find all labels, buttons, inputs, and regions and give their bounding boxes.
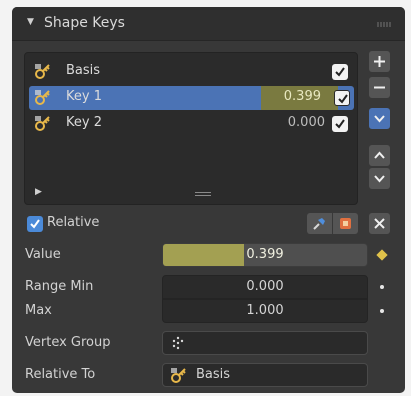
move-up-button[interactable]	[369, 145, 390, 166]
range-max-label: Max	[25, 303, 52, 318]
relative-to-field[interactable]: Basis	[162, 363, 368, 387]
mute-checkbox[interactable]	[332, 116, 348, 132]
relative-to-value: Basis	[196, 367, 231, 382]
relative-label: Relative	[47, 215, 100, 230]
shape-key-icon	[34, 115, 52, 133]
remove-shape-key-button[interactable]	[369, 77, 390, 98]
range-min-field[interactable]: 0.000	[162, 275, 368, 299]
mute-checkbox[interactable]	[332, 64, 348, 80]
value-slider-fill	[163, 244, 245, 266]
shape-key-icon	[170, 367, 188, 389]
shape-key-icon	[34, 89, 52, 107]
range-max-value: 1.000	[246, 303, 284, 318]
value-label: Value	[25, 247, 61, 262]
keyframe-diamond-icon[interactable]	[376, 249, 388, 261]
clear-shape-keys-button[interactable]	[369, 213, 390, 234]
animate-property-dot-icon[interactable]	[380, 285, 384, 289]
relative-to-label: Relative To	[25, 367, 96, 382]
shape-key-edit-mode-button[interactable]	[333, 213, 358, 234]
value-display: 0.399	[246, 247, 284, 262]
panel-header[interactable]: ▼ Shape Keys	[12, 7, 405, 41]
list-item-name: Basis	[66, 63, 101, 78]
relative-checkbox[interactable]	[27, 216, 43, 232]
drag-grip-icon[interactable]	[377, 22, 391, 27]
list-item-name: Key 2	[66, 115, 102, 130]
vertex-group-icon	[170, 335, 186, 355]
shape-key-list[interactable]: Basis Key 1 0.399 Key 2 0.000 ▶	[24, 52, 358, 205]
list-item-name: Key 1	[66, 89, 102, 104]
pin-shape-key-button[interactable]	[307, 213, 332, 234]
list-item-value: 0.399	[283, 89, 321, 104]
list-item-value: 0.000	[287, 115, 325, 130]
vertex-group-label: Vertex Group	[25, 335, 111, 350]
range-max-field[interactable]: 1.000	[162, 299, 368, 323]
pin-icon	[313, 218, 325, 230]
add-shape-key-button[interactable]	[369, 51, 390, 72]
move-down-button[interactable]	[369, 168, 390, 189]
list-item[interactable]: Basis	[29, 60, 354, 84]
specials-menu-button[interactable]	[369, 108, 390, 129]
list-item[interactable]: Key 2 0.000	[29, 112, 354, 136]
vertex-group-field[interactable]	[162, 331, 368, 355]
filter-options-toggle-icon[interactable]: ▶	[35, 187, 42, 197]
edit-mode-icon	[340, 218, 351, 229]
list-resize-handle[interactable]	[195, 192, 211, 196]
value-slider[interactable]: 0.399	[162, 243, 368, 267]
shape-key-icon	[34, 63, 52, 81]
shape-keys-panel: ▼ Shape Keys Basis Key 1 0.399 Key 2 0.0…	[12, 7, 405, 393]
panel-title: Shape Keys	[44, 15, 125, 31]
range-min-label: Range Min	[25, 279, 94, 294]
range-min-value: 0.000	[246, 279, 284, 294]
animate-property-dot-icon[interactable]	[380, 309, 384, 313]
mute-checkbox[interactable]	[334, 90, 350, 106]
collapse-triangle-icon[interactable]: ▼	[27, 17, 34, 27]
list-item[interactable]: Key 1 0.399	[29, 86, 354, 110]
